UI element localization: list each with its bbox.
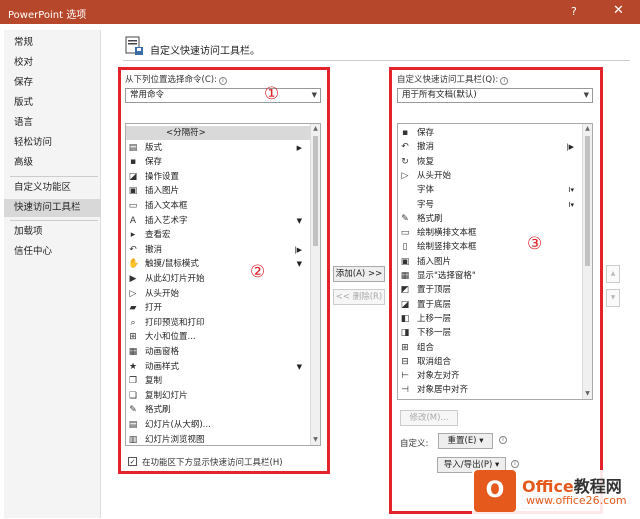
title-bar: PowerPoint 选项 ? ✕ <box>0 0 640 24</box>
nav-item-general[interactable]: 常规 <box>4 34 101 52</box>
page-title: 自定义快速访问工具栏。 <box>150 46 260 57</box>
annotation-number-3: ③ <box>527 234 543 254</box>
nav-item-save[interactable]: 保存 <box>4 74 101 92</box>
office-logo: O <box>474 470 516 512</box>
remove-button[interactable]: << 删除(R) <box>333 289 385 305</box>
annotation-box-right <box>389 67 603 514</box>
quick-access-toolbar-icon <box>125 36 143 55</box>
nav-item-language[interactable]: 语言 <box>4 114 101 132</box>
move-up-button[interactable]: ▲ <box>606 265 620 283</box>
nav-item-addins[interactable]: 加载项 <box>4 223 101 241</box>
help-icon[interactable]: ? <box>571 5 577 18</box>
nav-item-quick-access-toolbar[interactable]: 快速访问工具栏 <box>4 199 101 217</box>
move-down-button[interactable]: ▼ <box>606 289 620 307</box>
add-button[interactable]: 添加(A) >> <box>333 266 385 282</box>
nav-divider <box>10 220 98 221</box>
nav-item-layout[interactable]: 版式 <box>4 94 101 112</box>
watermark-url: www.office26.com <box>526 494 627 507</box>
nav-divider <box>10 176 98 177</box>
annotation-number-1: ① <box>264 84 280 104</box>
nav-item-customize-ribbon[interactable]: 自定义功能区 <box>4 179 101 197</box>
options-nav: 常规 校对 保存 版式 语言 轻松访问 高级 自定义功能区 快速访问工具栏 加载… <box>4 30 101 518</box>
window-title: PowerPoint 选项 <box>8 10 87 21</box>
header-divider <box>123 60 630 61</box>
nav-item-advanced[interactable]: 高级 <box>4 154 101 172</box>
nav-item-trust-center[interactable]: 信任中心 <box>4 243 101 261</box>
annotation-box-left <box>118 67 330 474</box>
annotation-number-2: ② <box>250 262 266 282</box>
nav-item-proofing[interactable]: 校对 <box>4 54 101 72</box>
nav-item-accessibility[interactable]: 轻松访问 <box>4 134 101 152</box>
watermark: O Office教程网 www.office26.com <box>472 470 632 514</box>
close-icon[interactable]: ✕ <box>613 3 624 18</box>
